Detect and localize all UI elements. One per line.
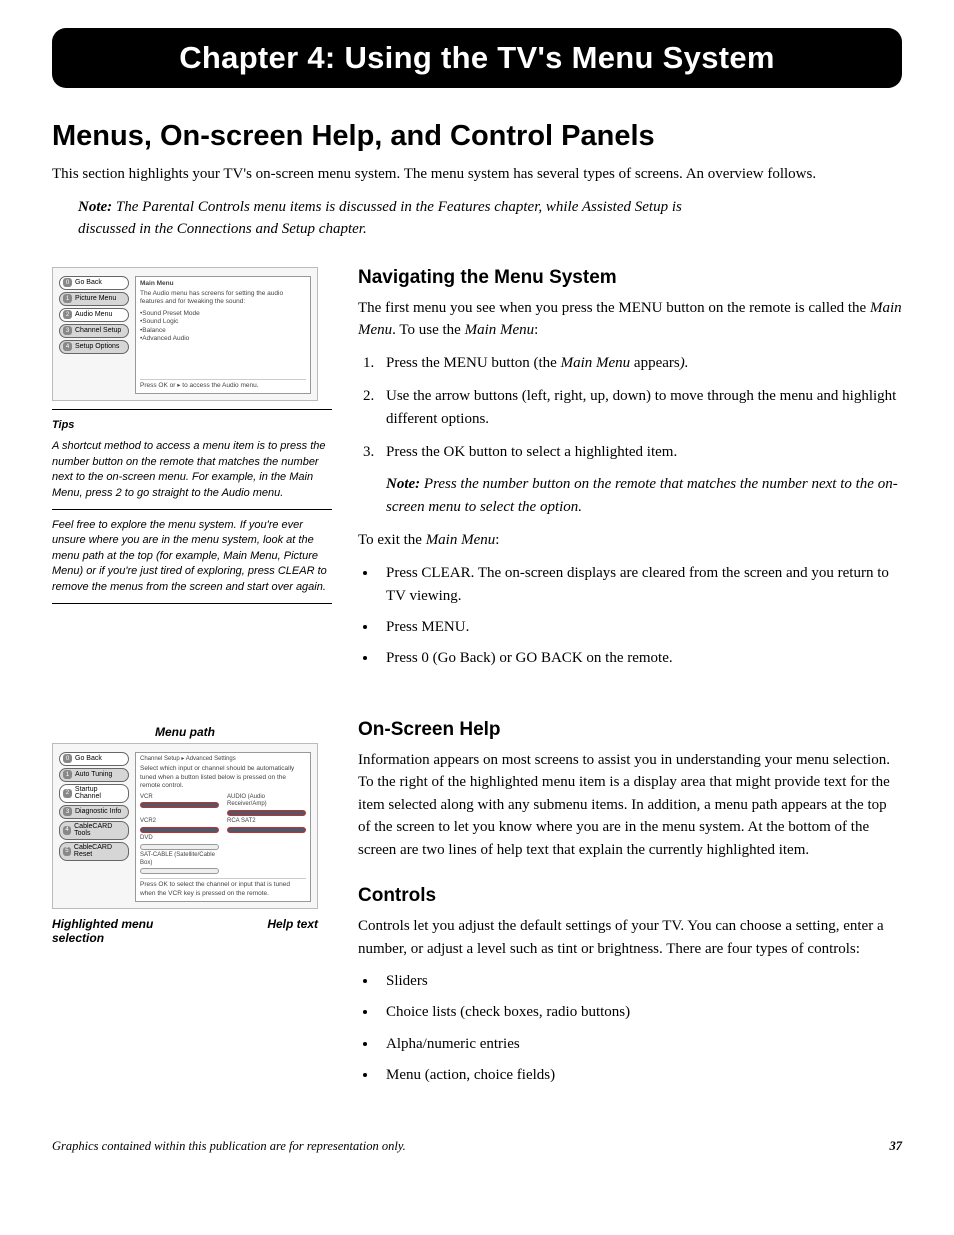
shot2-main-panel: Channel Setup ▸ Advanced Settings Select… [135,752,311,903]
shot2-item-0: 0Go Back [59,752,129,766]
step-1: Press the MENU button (the Main Menu app… [378,352,902,375]
shot1-item-1: 1Picture Menu [59,292,129,306]
shot1-item-2: 2Audio Menu [59,308,129,322]
tips-heading: Tips [52,418,332,433]
exit-b1: Press CLEAR. The on-screen displays are … [378,562,902,609]
step-3-note: Note: Press the number button on the rem… [386,473,902,520]
exit-bullets: Press CLEAR. The on-screen displays are … [358,562,902,671]
intro-paragraph: This section highlights your TV's on-scr… [52,163,902,186]
tips-block: Tips A shortcut method to access a menu … [52,409,332,604]
help-body: Information appears on most screens to a… [358,749,902,862]
nav-subtitle: Navigating the Menu System [358,267,902,289]
chapter-title-bar: Chapter 4: Using the TV's Menu System [52,28,902,88]
shot1-item-4: 4Setup Options [59,340,129,354]
controls-body: Controls let you adjust the default sett… [358,915,902,960]
footer-text: Graphics contained within this publicati… [52,1139,406,1154]
help-subtitle: On-Screen Help [358,719,902,741]
shot2-item-5: 5CableCARD Reset [59,842,129,861]
menu-path-callout: Menu path [52,725,318,739]
shot1-sidebar: 0Go Back 1Picture Menu 2Audio Menu 3Chan… [59,276,129,395]
exit-intro: To exit the Main Menu: [358,529,902,552]
step-3: Press the OK button to select a highligh… [378,441,902,519]
shot2-item-3: 3Diagnostic Info [59,805,129,819]
tips-para-1: A shortcut method to access a menu item … [52,439,332,501]
controls-item-2: Alpha/numeric entries [378,1033,902,1056]
shot1-main-panel: Main Menu The Audio menu has screens for… [135,276,311,395]
exit-b3: Press 0 (Go Back) or GO BACK on the remo… [378,647,902,670]
help-text-callout: Help text [267,917,318,931]
tips-para-2: Feel free to explore the menu system. If… [52,518,332,595]
main-menu-screenshot: 0Go Back 1Picture Menu 2Audio Menu 3Chan… [52,267,318,402]
shot1-item-0: 0Go Back [59,276,129,290]
shot2-item-1: 1Auto Tuning [59,768,129,782]
shot2-item-2: 2Startup Channel [59,784,129,803]
highlighted-callout: Highlighted menu selection [52,917,182,945]
intro-note: Note: The Parental Controls menu items i… [78,196,698,241]
page-footer: Graphics contained within this publicati… [52,1139,902,1154]
note-body: The Parental Controls menu items is disc… [78,199,682,238]
controls-item-1: Choice lists (check boxes, radio buttons… [378,1001,902,1024]
controls-item-0: Sliders [378,970,902,993]
section-title: Menus, On-screen Help, and Control Panel… [52,120,902,153]
controls-subtitle: Controls [358,885,902,907]
advanced-settings-screenshot: 0Go Back 1Auto Tuning 2Startup Channel 3… [52,743,318,910]
shot2-sidebar: 0Go Back 1Auto Tuning 2Startup Channel 3… [59,752,129,903]
shot1-item-3: 3Channel Setup [59,324,129,338]
controls-item-3: Menu (action, choice fields) [378,1064,902,1087]
step-2: Use the arrow buttons (left, right, up, … [378,385,902,432]
note-label: Note: [78,199,112,215]
shot2-item-4: 4CableCARD Tools [59,821,129,840]
nav-steps: Press the MENU button (the Main Menu app… [358,352,902,520]
controls-list: Sliders Choice lists (check boxes, radio… [358,970,902,1087]
exit-b2: Press MENU. [378,616,902,639]
page-number: 37 [890,1139,903,1154]
nav-intro: The first menu you see when you press th… [358,297,902,342]
